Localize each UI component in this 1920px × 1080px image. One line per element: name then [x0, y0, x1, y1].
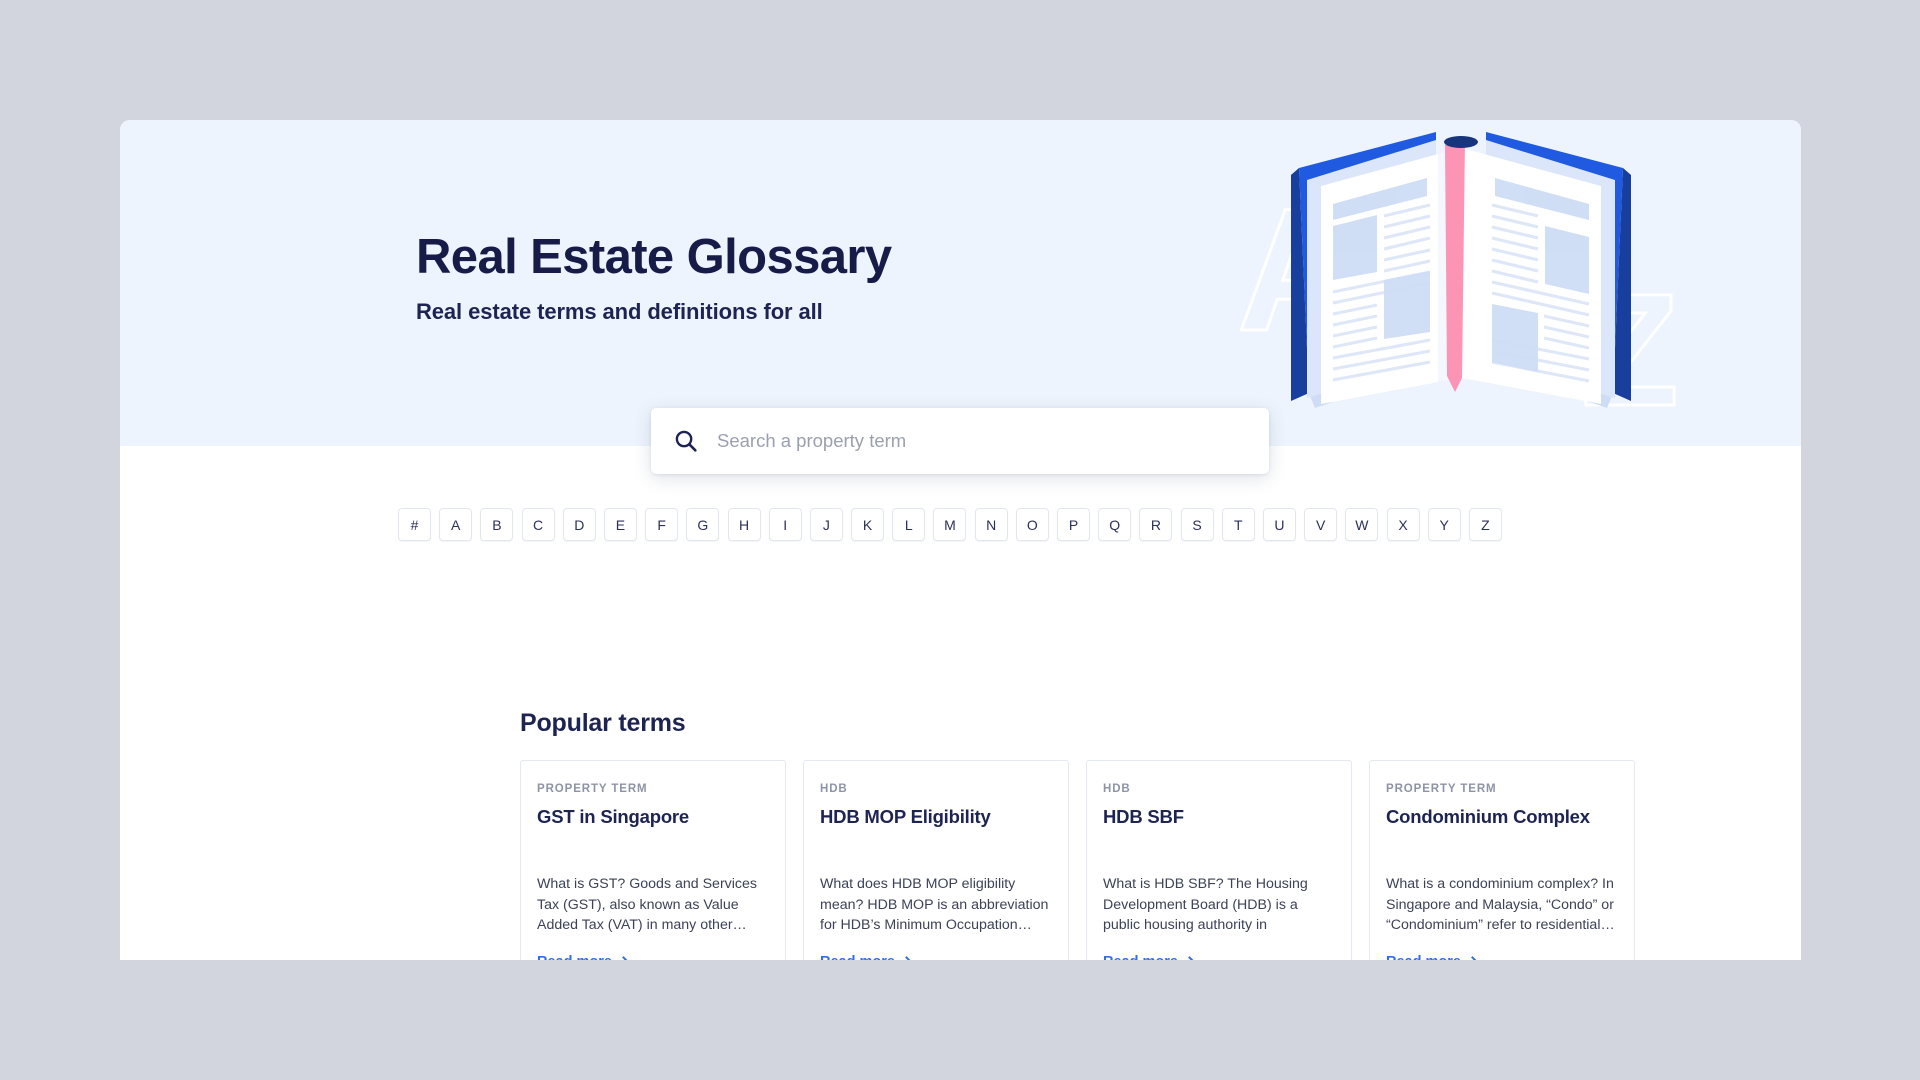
alphabet-button-m[interactable]: M: [933, 508, 967, 541]
term-card-description: What does HDB MOP eligibility mean? HDB …: [820, 876, 1049, 934]
alphabet-button-l[interactable]: L: [892, 508, 926, 541]
alphabet-button-z[interactable]: Z: [1468, 508, 1502, 541]
alphabet-button-q[interactable]: Q: [1098, 508, 1132, 541]
term-card-category: HDB: [820, 783, 848, 795]
alphabet-button-d[interactable]: D: [562, 508, 596, 541]
popular-terms-card-grid: PROPERTY TERM GST in Singapore What is GST…: [520, 760, 1635, 960]
page-title: Real Estate Glossary: [416, 230, 892, 284]
alphabet-button-a[interactable]: A: [439, 508, 473, 541]
read-more-label: Read more: [537, 954, 612, 960]
term-card-description: What is a condominium complex? In Singap…: [1386, 876, 1615, 934]
term-card-category: HDB: [1103, 783, 1131, 795]
chevron-right-icon: [1183, 955, 1196, 960]
read-more-link[interactable]: Read more: [1386, 954, 1618, 960]
search-icon: [675, 430, 697, 452]
read-more-label: Read more: [1103, 954, 1178, 960]
read-more-label: Read more: [1386, 954, 1461, 960]
alphabet-button-y[interactable]: Y: [1427, 508, 1461, 541]
term-card[interactable]: HDB HDB SBF What is HDB SBF? The Housing D…: [1086, 760, 1352, 960]
term-card-title: HDB SBF: [1103, 806, 1184, 827]
alphabet-button-b[interactable]: B: [480, 508, 514, 541]
alphabet-button-o[interactable]: O: [1015, 508, 1049, 541]
term-card-title: GST in Singapore: [537, 806, 690, 827]
chevron-right-icon: [900, 955, 913, 960]
alphabet-button-u[interactable]: U: [1262, 508, 1296, 541]
alphabet-button-e[interactable]: E: [603, 508, 637, 541]
search-input[interactable]: [717, 430, 1247, 452]
alphabet-button-k[interactable]: K: [851, 508, 885, 541]
read-more-link[interactable]: Read more: [537, 954, 769, 960]
alphabet-filter: # A B C D E F G H I J K L M N O P Q R S T U V W X Y Z: [398, 508, 1502, 541]
alphabet-button-r[interactable]: R: [1139, 508, 1173, 541]
alphabet-button-hash[interactable]: #: [398, 508, 431, 541]
page-root: A Z: [0, 0, 1920, 1080]
read-more-link[interactable]: Read more: [820, 954, 1052, 960]
alphabet-button-t[interactable]: T: [1221, 508, 1255, 541]
chevron-right-icon: [1466, 955, 1479, 960]
alphabet-button-n[interactable]: N: [974, 508, 1008, 541]
alphabet-button-i[interactable]: I: [768, 508, 802, 541]
read-more-label: Read more: [820, 954, 895, 960]
term-card[interactable]: HDB HDB MOP Eligibility What does HDB MOP …: [803, 760, 1069, 960]
popular-terms-heading: Popular terms: [520, 709, 686, 737]
term-card-title: Condominium Complex: [1386, 806, 1590, 827]
term-card-description: What is GST? Goods and Services Tax (GST…: [537, 876, 757, 934]
hero-banner: A Z: [120, 120, 1801, 446]
alphabet-button-h[interactable]: H: [727, 508, 761, 541]
glossary-book-illustration: A Z: [1181, 120, 1741, 446]
alphabet-button-g[interactable]: G: [686, 508, 720, 541]
read-more-link[interactable]: Read more: [1103, 954, 1335, 960]
term-card-category: PROPERTY TERM: [537, 783, 648, 795]
alphabet-button-p[interactable]: P: [1057, 508, 1090, 541]
alphabet-button-w[interactable]: W: [1345, 508, 1379, 541]
search-bar[interactable]: [651, 408, 1269, 474]
term-card-title: HDB MOP Eligibility: [820, 806, 991, 827]
page-subtitle: Real estate terms and definitions for al…: [416, 298, 823, 324]
term-card[interactable]: PROPERTY TERM GST in Singapore What is GST…: [520, 760, 786, 960]
chevron-right-icon: [617, 955, 630, 960]
alphabet-button-j[interactable]: J: [809, 508, 843, 541]
alphabet-button-x[interactable]: X: [1386, 508, 1420, 541]
alphabet-button-s[interactable]: S: [1180, 508, 1214, 541]
term-card-category: PROPERTY TERM: [1386, 783, 1497, 795]
alphabet-button-v[interactable]: V: [1304, 508, 1338, 541]
alphabet-button-c[interactable]: C: [521, 508, 555, 541]
alphabet-button-f[interactable]: F: [645, 508, 679, 541]
hero-text-block: Real Estate Glossary Real estate terms a…: [416, 230, 892, 325]
term-card-description: What is HDB SBF? The Housing Development…: [1103, 876, 1308, 934]
term-card[interactable]: PROPERTY TERM Condominium Complex What is …: [1369, 760, 1635, 960]
